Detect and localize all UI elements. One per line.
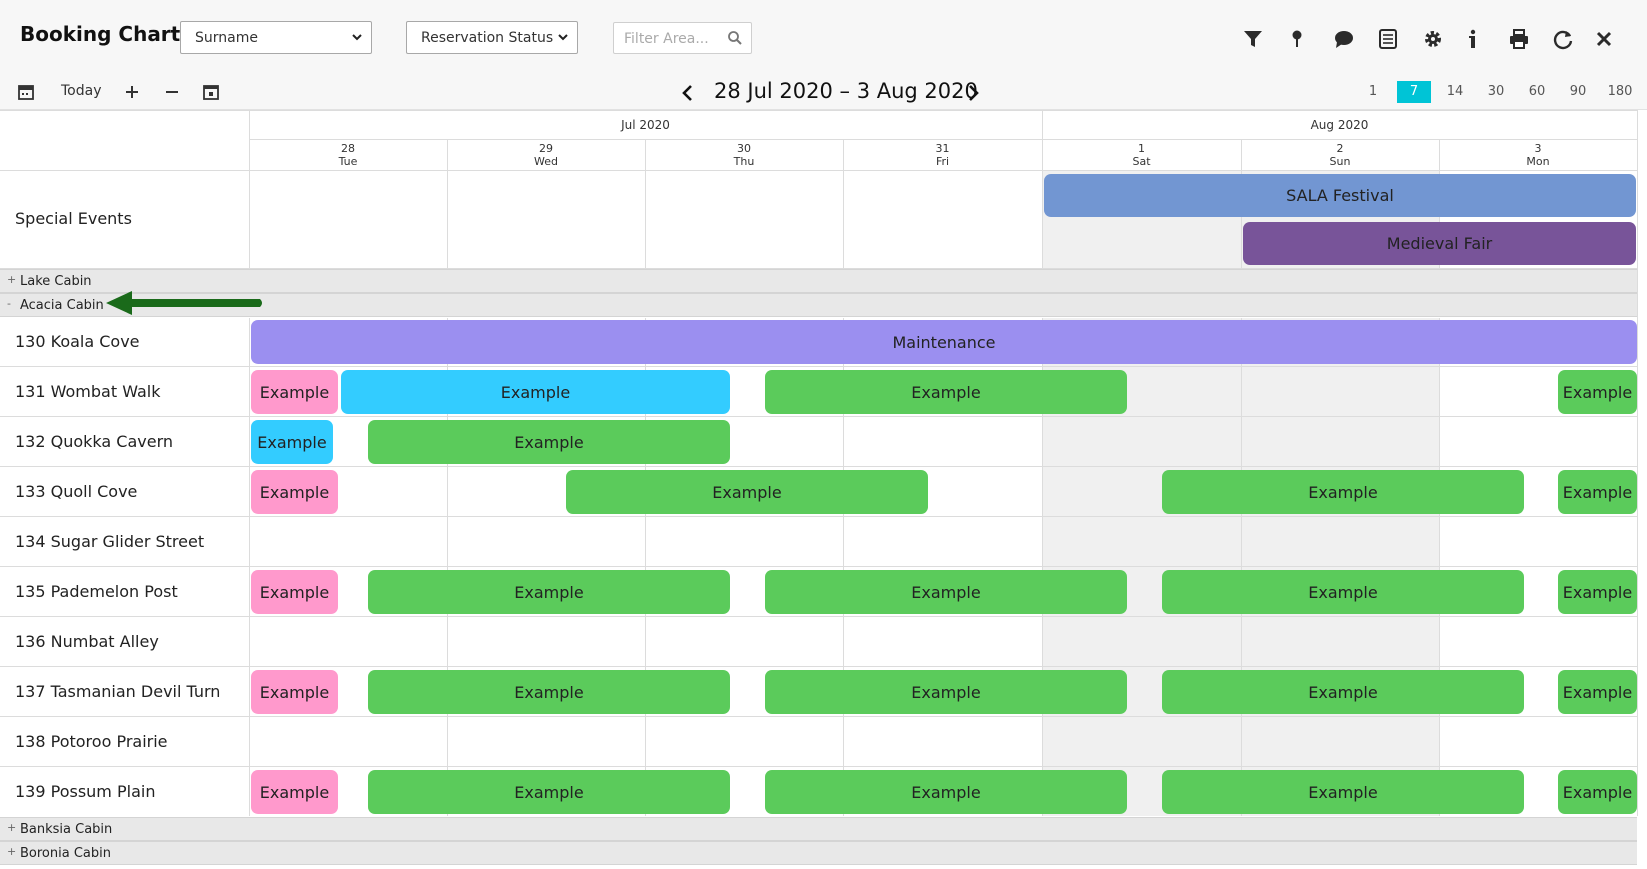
collapse-icon[interactable]: - (7, 297, 11, 310)
booking-block[interactable]: Example (1558, 370, 1637, 414)
day-header: 28 Tue (338, 142, 358, 168)
booking-block[interactable]: Example (251, 570, 338, 614)
booking-block[interactable]: Example (251, 370, 338, 414)
group-label: Boronia Cabin (20, 846, 111, 861)
page-title: Booking Chart (20, 22, 181, 46)
next-week-icon[interactable] (963, 82, 983, 104)
booking-block[interactable]: Example (1558, 470, 1637, 514)
booking-block[interactable]: Example (1162, 770, 1524, 814)
day-header: 1 Sat (1132, 142, 1151, 168)
close-icon[interactable] (1593, 28, 1615, 50)
booking-maintenance[interactable]: Maintenance (251, 320, 1637, 364)
expand-icon[interactable]: + (7, 821, 16, 834)
today-button[interactable]: Today (61, 83, 102, 99)
zoom-1-days[interactable]: 1 (1356, 81, 1390, 103)
chat-icon[interactable] (1333, 28, 1355, 50)
event-medieval-fair[interactable]: Medieval Fair (1243, 222, 1636, 265)
calendar-icon[interactable] (16, 82, 36, 102)
filter-placeholder: Filter Area... (624, 31, 709, 47)
room-label: 133 Quoll Cove (15, 482, 138, 501)
booking-block[interactable]: Example (765, 570, 1127, 614)
calculator-icon[interactable] (1377, 28, 1399, 50)
room-label: 134 Sugar Glider Street (15, 532, 205, 551)
annotation-arrow-icon (106, 291, 262, 315)
booking-block[interactable]: Example (251, 670, 338, 714)
room-label: 131 Wombat Walk (15, 382, 161, 401)
print-icon[interactable] (1508, 28, 1530, 50)
group-banksia-cabin[interactable]: + Banksia Cabin (0, 817, 1637, 841)
booking-block[interactable]: Example (1558, 570, 1637, 614)
refresh-icon[interactable] (1552, 28, 1574, 50)
room-label: 138 Potoroo Prairie (15, 732, 168, 751)
room-label: 137 Tasmanian Devil Turn (15, 682, 221, 701)
group-label: Banksia Cabin (20, 822, 113, 837)
booking-chart-app: Booking Chart Surname Reservation Status… (0, 0, 1647, 869)
zoom-60-days[interactable]: 60 (1520, 81, 1554, 103)
booking-block[interactable]: Example (1162, 570, 1524, 614)
booking-block[interactable]: Example (1162, 470, 1524, 514)
day-header: 30 Thu (733, 142, 755, 168)
top-header: Booking Chart Surname Reservation Status… (0, 0, 1647, 76)
calendar-select-icon[interactable] (201, 82, 221, 102)
sort-select-value: Surname (195, 30, 258, 46)
booking-block[interactable]: Example (368, 570, 730, 614)
month-header: Aug 2020 (1310, 118, 1369, 132)
chart-toolbar: Today 28 Jul 2020 – 3 Aug 2020 1 7 14 30… (0, 76, 1647, 110)
booking-block[interactable]: Example (1558, 770, 1637, 814)
day-header: 31 Fri (935, 142, 950, 168)
booking-block[interactable]: Example (1558, 670, 1637, 714)
room-label: 132 Quokka Cavern (15, 432, 174, 451)
sort-select[interactable]: Surname (180, 21, 372, 54)
search-icon[interactable] (727, 30, 743, 46)
chevron-down-icon (352, 34, 362, 41)
previous-week-icon[interactable] (678, 82, 698, 104)
group-label: Lake Cabin (20, 274, 92, 289)
filter-icon[interactable] (1242, 28, 1264, 50)
zoom-14-days[interactable]: 14 (1438, 81, 1472, 103)
filter-area-input[interactable]: Filter Area... (613, 22, 752, 54)
chevron-down-icon (558, 34, 568, 41)
info-icon[interactable] (1462, 28, 1484, 50)
booking-block[interactable]: Example (765, 370, 1127, 414)
booking-block[interactable]: Example (368, 770, 730, 814)
room-label: 130 Koala Cove (15, 332, 140, 351)
booking-block[interactable]: Example (341, 370, 730, 414)
group-label: Acacia Cabin (20, 298, 104, 313)
special-events-label: Special Events (15, 209, 132, 228)
map-pin-icon[interactable] (1286, 28, 1308, 50)
plus-icon[interactable] (122, 82, 142, 102)
day-header: 3 Mon (1526, 142, 1550, 168)
zoom-7-days[interactable]: 7 (1397, 81, 1431, 103)
booking-block[interactable]: Example (765, 670, 1127, 714)
room-label: 139 Possum Plain (15, 782, 156, 801)
booking-block[interactable]: Example (368, 420, 730, 464)
expand-icon[interactable]: + (7, 845, 16, 858)
room-label: 135 Pademelon Post (15, 582, 178, 601)
booking-block[interactable]: Example (251, 420, 333, 464)
booking-block[interactable]: Example (566, 470, 928, 514)
status-select-value: Reservation Status (421, 30, 554, 46)
booking-block[interactable]: Example (765, 770, 1127, 814)
minus-icon[interactable] (162, 82, 182, 102)
status-select[interactable]: Reservation Status (406, 21, 578, 54)
group-boronia-cabin[interactable]: + Boronia Cabin (0, 841, 1637, 865)
zoom-90-days[interactable]: 90 (1561, 81, 1595, 103)
settings-icon[interactable] (1422, 28, 1444, 50)
booking-block[interactable]: Example (251, 770, 338, 814)
booking-block[interactable]: Example (251, 470, 338, 514)
zoom-180-days[interactable]: 180 (1603, 81, 1637, 103)
expand-icon[interactable]: + (7, 273, 16, 286)
booking-block[interactable]: Example (368, 670, 730, 714)
day-header: 29 Wed (534, 142, 558, 168)
zoom-30-days[interactable]: 30 (1479, 81, 1513, 103)
booking-block[interactable]: Example (1162, 670, 1524, 714)
month-header: Jul 2020 (621, 118, 670, 132)
day-header: 2 Sun (1329, 142, 1351, 168)
event-sala-festival[interactable]: SALA Festival (1044, 174, 1636, 217)
room-label: 136 Numbat Alley (15, 632, 159, 651)
date-range-label: 28 Jul 2020 – 3 Aug 2020 (714, 79, 978, 103)
